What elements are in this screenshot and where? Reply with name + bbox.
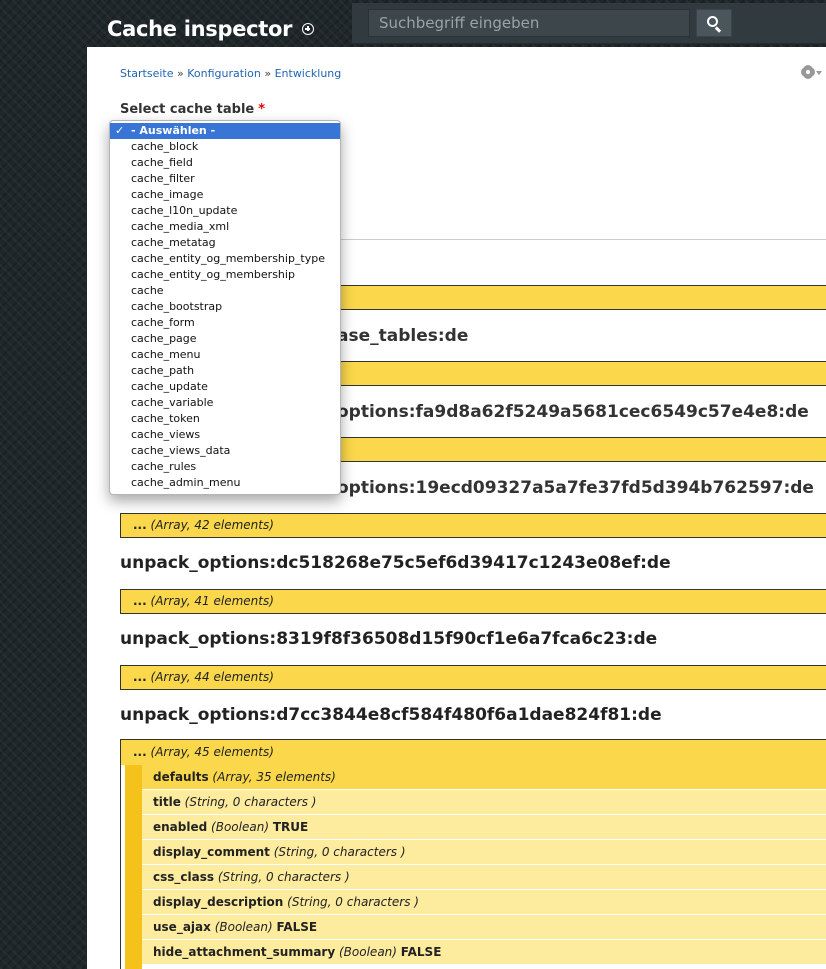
krumo-child-row: css_class (String, 0 characters ) — [142, 865, 826, 890]
select-option[interactable]: cache_form — [110, 315, 340, 331]
krumo-collapsed-bar[interactable]: ... (Array, 41 elements) — [120, 589, 826, 614]
select-option[interactable]: cache_admin_menu — [110, 475, 340, 491]
select-option[interactable]: cache_block — [110, 139, 340, 155]
breadcrumb-home[interactable]: Startseite — [120, 67, 174, 80]
select-option[interactable]: cache_views — [110, 427, 340, 443]
krumo-child-row: hide_attachment_summary (Boolean) FALSE — [142, 940, 826, 965]
cache-entry-title: unpack_options:dc518268e75c5ef6d39417c12… — [120, 553, 671, 573]
select-option[interactable]: cache_update — [110, 379, 340, 395]
tree-indent-stripe — [125, 765, 142, 969]
select-option-selected[interactable]: ✓ - Auswählen - — [110, 123, 340, 139]
breadcrumb: Startseite » Konfiguration » Entwicklung — [120, 67, 342, 80]
entry-title-partial: ase_tables:de — [337, 326, 469, 346]
gear-icon — [802, 66, 814, 78]
entry-title-partial: options:fa9d8a62f5249a5681cec6549c57e4e8… — [337, 402, 809, 422]
select-option[interactable]: cache — [110, 283, 340, 299]
krumo-collapsed-bar[interactable]: ... (Array, 42 elements) — [120, 513, 826, 538]
select-option[interactable]: cache_rules — [110, 459, 340, 475]
select-option[interactable]: cache_views_data — [110, 443, 340, 459]
krumo-collapsed-bar[interactable]: ... (Array, 44 elements) — [120, 665, 826, 690]
select-option[interactable]: cache_image — [110, 187, 340, 203]
checkmark-icon: ✓ — [115, 124, 125, 137]
breadcrumb-configuration[interactable]: Konfiguration — [187, 67, 261, 80]
entry-title-partial: options:19ecd09327a5a7fe37fd5d394b762597… — [337, 478, 814, 498]
select-option[interactable]: cache_menu — [110, 347, 340, 363]
krumo-child-row: title (String, 0 characters ) — [142, 790, 826, 815]
select-option[interactable]: cache_page — [110, 331, 340, 347]
select-option[interactable]: cache_filter — [110, 171, 340, 187]
select-option[interactable]: cache_variable — [110, 395, 340, 411]
select-option[interactable]: cache_entity_og_membership — [110, 267, 340, 283]
krumo-child-row[interactable]: defaults (Array, 35 elements) — [142, 765, 826, 790]
krumo-child-row: display_comment (String, 0 characters ) — [142, 840, 826, 865]
breadcrumb-development[interactable]: Entwicklung — [275, 67, 342, 80]
select-option[interactable]: cache_token — [110, 411, 340, 427]
chevron-down-icon — [816, 71, 822, 75]
add-shortcut-icon[interactable] — [302, 23, 315, 35]
required-marker: * — [258, 102, 266, 117]
select-option[interactable]: cache_media_xml — [110, 219, 340, 235]
select-option[interactable]: cache_field — [110, 155, 340, 171]
krumo-child-row: display_description (String, 0 character… — [142, 890, 826, 915]
contextual-links-button[interactable] — [802, 65, 822, 83]
select-option[interactable]: cache_metatag — [110, 235, 340, 251]
cache-entry-title: unpack_options:8319f8f36508d15f90cf1e6a7… — [120, 629, 658, 649]
krumo-expanded-header[interactable]: ... (Array, 45 elements) — [121, 740, 826, 765]
search-bar — [352, 3, 826, 44]
select-option[interactable]: cache_bootstrap — [110, 299, 340, 315]
krumo-expanded-tree: ... (Array, 45 elements) defaults (Array… — [120, 739, 826, 969]
krumo-child-row: enabled (Boolean) TRUE — [142, 815, 826, 840]
cache-table-select-dropdown[interactable]: ✓ - Auswählen - cache_block cache_field c… — [109, 120, 341, 495]
search-input[interactable] — [368, 9, 690, 37]
page-title: Cache inspector — [107, 17, 293, 41]
select-option[interactable]: cache_l10n_update — [110, 203, 340, 219]
page-title-row: Cache inspector — [107, 14, 315, 44]
cache-entry-title: unpack_options:d7cc3844e8cf584f480f6a1da… — [120, 705, 662, 725]
search-button[interactable] — [696, 9, 732, 37]
krumo-child-row: use_ajax (Boolean) FALSE — [142, 915, 826, 940]
select-option[interactable]: cache_entity_og_membership_type — [110, 251, 340, 267]
select-cache-table-label: Select cache table * — [120, 102, 266, 117]
select-option[interactable]: cache_path — [110, 363, 340, 379]
